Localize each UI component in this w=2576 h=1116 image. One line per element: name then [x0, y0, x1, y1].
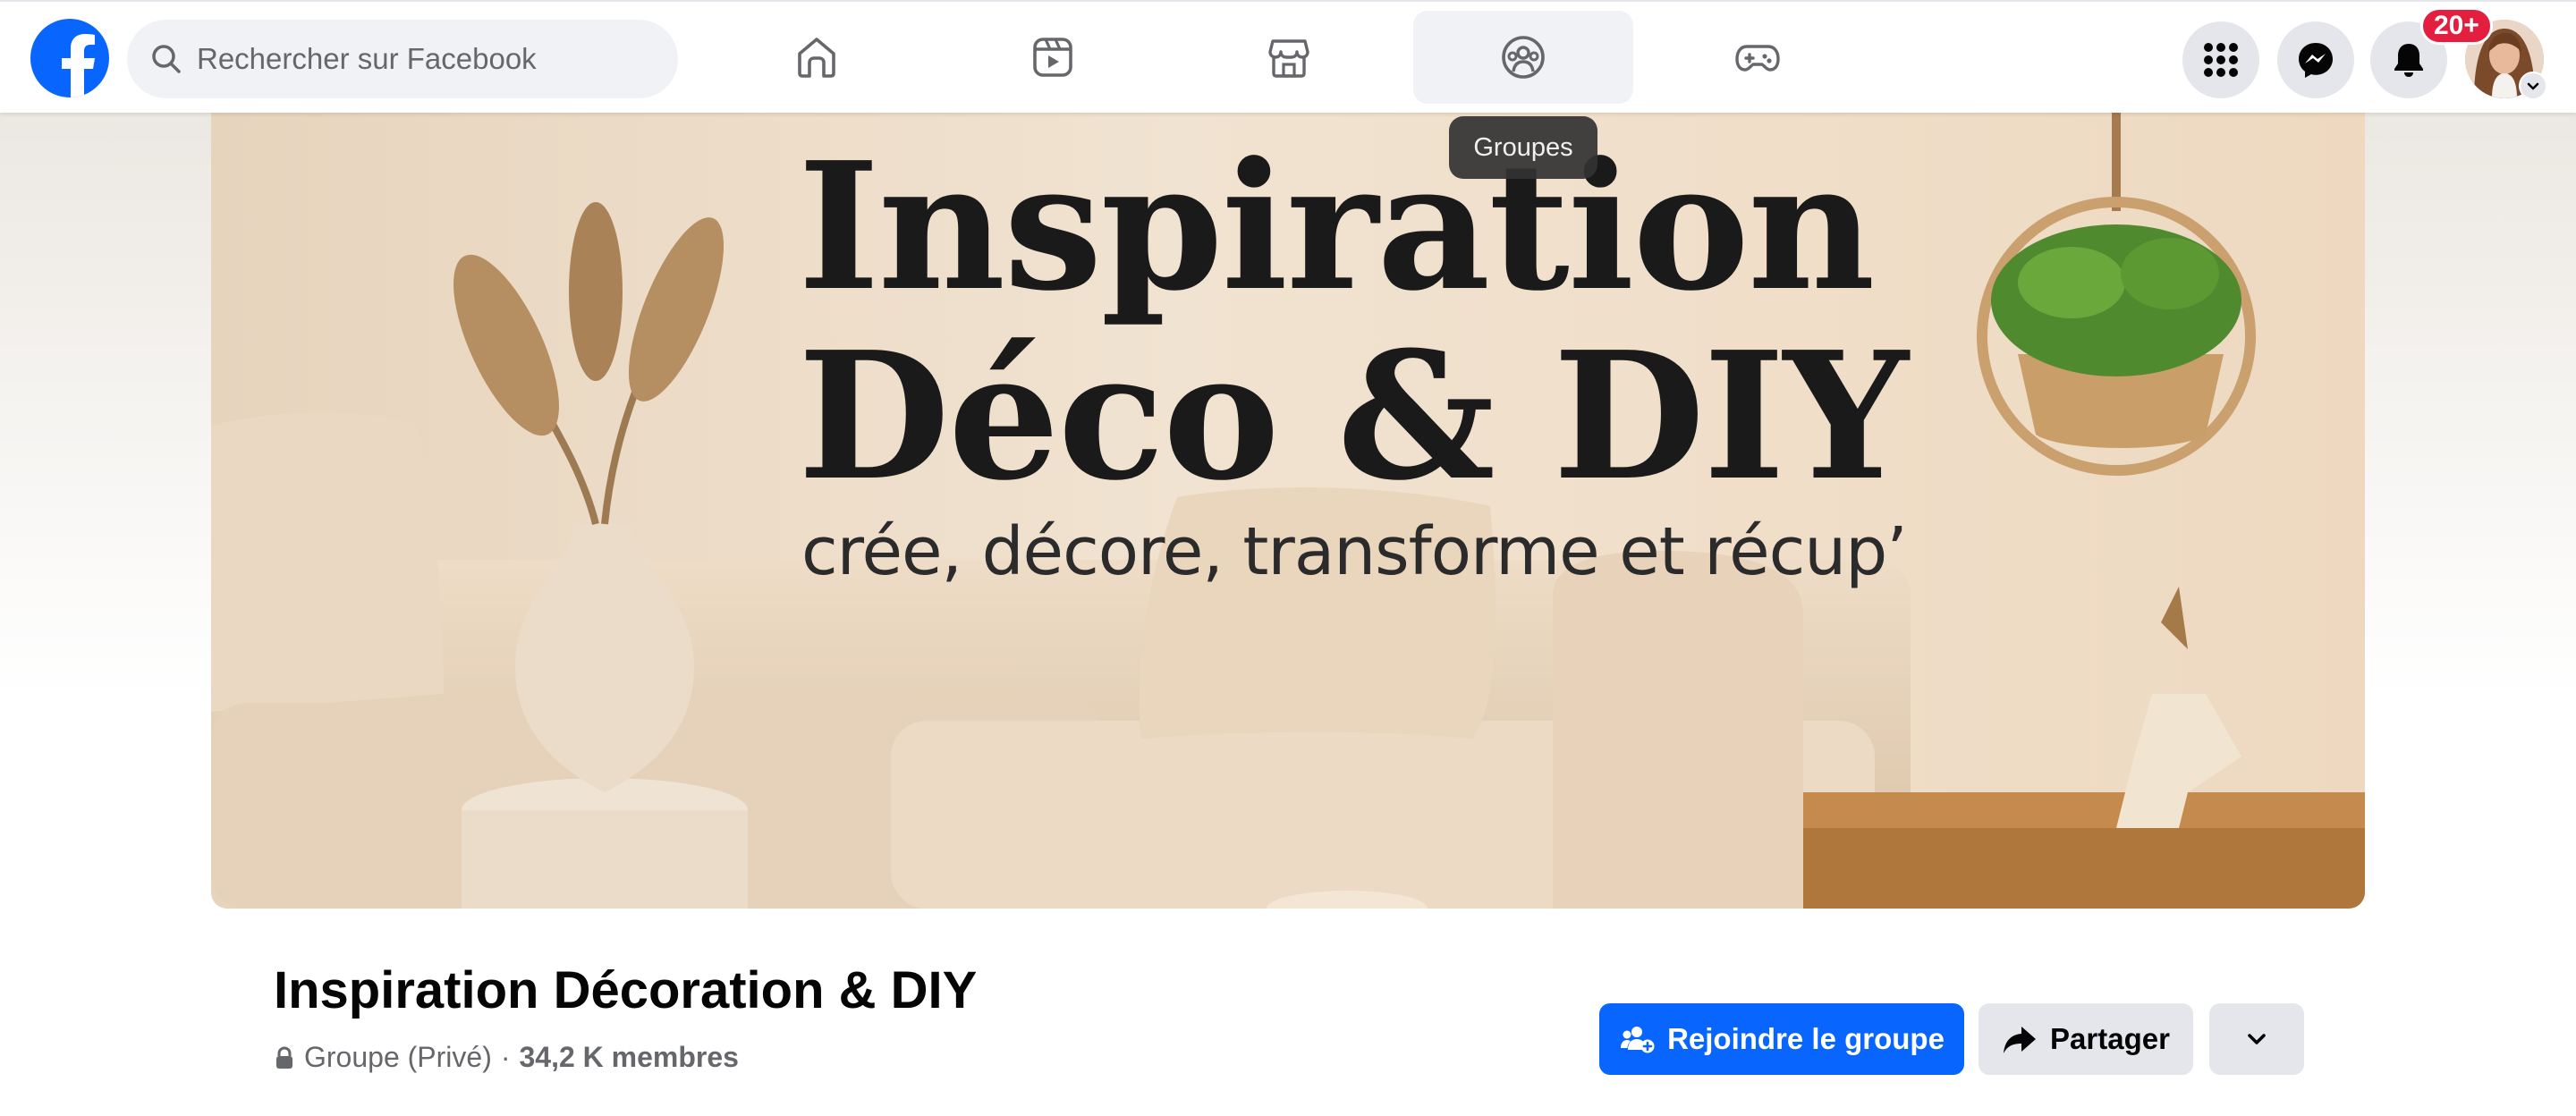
account-menu-chevron[interactable]: [2519, 72, 2547, 100]
join-group-icon: [1621, 1027, 1655, 1053]
tab-home[interactable]: [707, 11, 927, 104]
cover-subtitle: crée, décore, transforme et récup’: [801, 513, 1908, 590]
bell-icon: [2394, 44, 2423, 77]
chevron-down-icon: [2248, 1034, 2266, 1044]
marketplace-icon: [1268, 39, 1309, 78]
tab-marketplace[interactable]: [1179, 11, 1399, 104]
notifications-badge: 20+: [2420, 7, 2493, 45]
group-privacy[interactable]: Groupe (Privé): [304, 1041, 492, 1074]
meta-separator: ·: [500, 1041, 511, 1073]
search-bar[interactable]: [127, 20, 678, 98]
join-group-label: Rejoindre le groupe: [1667, 1022, 1945, 1055]
messenger-button[interactable]: [2277, 21, 2354, 98]
more-options-button[interactable]: [2209, 1003, 2304, 1075]
share-button[interactable]: Partager: [1979, 1003, 2193, 1075]
top-navigation-bar: 20+: [0, 0, 2576, 113]
video-icon: [1033, 38, 1072, 77]
home-icon: [798, 38, 835, 78]
facebook-logo[interactable]: [30, 19, 109, 97]
search-icon: [152, 45, 181, 73]
group-member-count[interactable]: 34,2 K membres: [520, 1041, 739, 1074]
groups-icon: [1502, 36, 1545, 79]
group-meta: Groupe (Privé) · 34,2 K membres: [274, 1041, 739, 1074]
tab-groups[interactable]: [1413, 11, 1633, 104]
lock-icon: [276, 1045, 292, 1069]
menu-button[interactable]: [2182, 21, 2259, 98]
share-icon: [2004, 1027, 2037, 1053]
join-group-button[interactable]: Rejoindre le groupe: [1599, 1003, 1964, 1075]
messenger-icon: [2299, 43, 2333, 78]
search-input[interactable]: [197, 20, 662, 98]
gaming-icon: [1735, 45, 1780, 72]
tab-gaming[interactable]: [1648, 11, 1868, 104]
chevron-down-icon: [2527, 82, 2539, 90]
tab-video[interactable]: [943, 11, 1163, 104]
cover-title-line-1: Inspiration: [798, 124, 1876, 330]
groups-tooltip: Groupes: [1449, 116, 1597, 179]
cover-title: Inspiration Déco & DIY: [798, 124, 1909, 520]
group-name[interactable]: Inspiration Décoration & DIY: [274, 960, 977, 1020]
cover-title-line-2: Déco & DIY: [798, 314, 1909, 520]
menu-grid-icon: [2204, 43, 2238, 77]
share-label: Partager: [2050, 1022, 2170, 1055]
cover-photo[interactable]: Inspiration Déco & DIY crée, décore, tra…: [211, 113, 2365, 909]
